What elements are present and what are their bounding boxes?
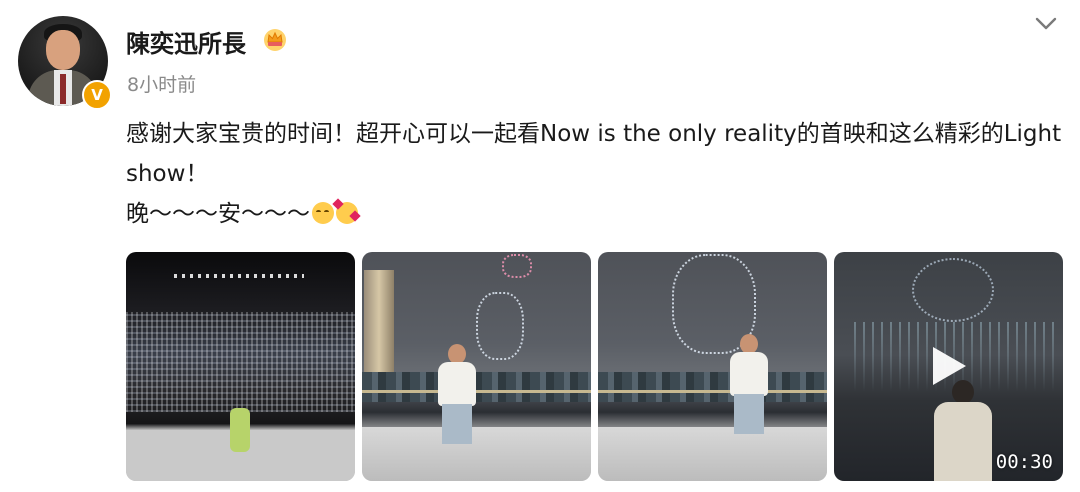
verified-badge: V xyxy=(82,80,112,110)
post-text-goodnight: 晚～～～安～～～ xyxy=(126,201,310,227)
video-duration: 00:30 xyxy=(995,451,1053,473)
play-icon[interactable] xyxy=(929,344,969,388)
username[interactable]: 陳奕迅所長 xyxy=(126,24,246,59)
post-text-line: 感谢大家宝贵的时间！超开心可以一起看Now is the only realit… xyxy=(126,121,1062,187)
post-timestamp[interactable]: 8小时前 xyxy=(127,70,196,97)
relieved-face-icon xyxy=(312,202,334,224)
post-image-2[interactable] xyxy=(362,252,591,481)
post-content: 感谢大家宝贵的时间！超开心可以一起看Now is the only realit… xyxy=(126,114,1066,234)
post-video[interactable]: 00:30 xyxy=(834,252,1063,481)
post-image-1[interactable] xyxy=(126,252,355,481)
smiling-face-with-hearts-icon xyxy=(332,198,361,224)
avatar[interactable]: V xyxy=(18,16,112,110)
chevron-down-icon[interactable] xyxy=(1032,10,1060,38)
post-text-line-2: 晚～～～安～～～ xyxy=(126,194,1066,234)
weibo-post: V 陳奕迅所長 8小时前 感谢大家宝贵的时间！超开心可以一起看Now is th… xyxy=(0,0,1080,492)
crown-icon[interactable] xyxy=(262,26,288,52)
post-image-3[interactable] xyxy=(598,252,827,481)
